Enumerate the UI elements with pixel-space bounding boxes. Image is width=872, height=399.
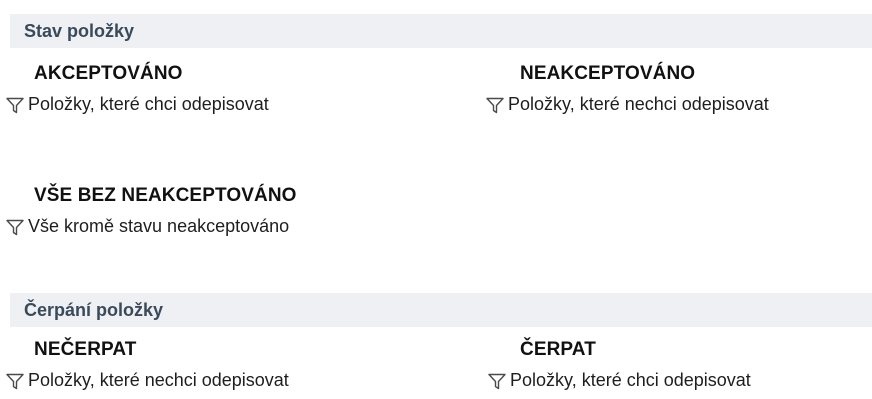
filter-title: VŠE BEZ NEAKCEPTOVÁNO bbox=[34, 185, 297, 206]
section-header-stav-polozky: Stav položky bbox=[10, 14, 872, 48]
section-header-label: Stav položky bbox=[24, 20, 135, 41]
filter-title: ČERPAT bbox=[520, 339, 596, 360]
section-header-label: Čerpání položky bbox=[24, 299, 164, 320]
section-header-cerpani-polozky: Čerpání položky bbox=[10, 293, 872, 327]
filter-neakceptovano[interactable]: NEAKCEPTOVÁNO Položky, které nechci odep… bbox=[486, 63, 866, 123]
filter-icon bbox=[6, 219, 24, 236]
filter-description: Položky, které nechci odepisovat bbox=[28, 370, 289, 390]
filter-necerpat[interactable]: NEČERPAT Položky, které nechci odepisova… bbox=[6, 339, 426, 399]
filter-description: Položky, které chci odepisovat bbox=[510, 370, 751, 390]
filter-title: AKCEPTOVÁNO bbox=[34, 63, 183, 84]
filter-description: Položky, které chci odepisovat bbox=[28, 94, 269, 114]
filter-vse-bez-neakceptovano[interactable]: VŠE BEZ NEAKCEPTOVÁNO Vše kromě stavu ne… bbox=[6, 185, 426, 245]
filter-akceptovano[interactable]: AKCEPTOVÁNO Položky, které chci odepisov… bbox=[6, 63, 426, 123]
filter-icon bbox=[488, 373, 506, 390]
filter-cerpat[interactable]: ČERPAT Položky, které chci odepisovat bbox=[488, 339, 868, 399]
filter-description: Položky, které nechci odepisovat bbox=[508, 94, 769, 114]
filter-icon bbox=[6, 373, 24, 390]
filter-icon bbox=[6, 97, 24, 114]
filter-description: Vše kromě stavu neakceptováno bbox=[28, 216, 290, 236]
filter-title: NEČERPAT bbox=[34, 339, 137, 360]
filter-title: NEAKCEPTOVÁNO bbox=[520, 63, 696, 84]
filter-icon bbox=[486, 97, 504, 114]
